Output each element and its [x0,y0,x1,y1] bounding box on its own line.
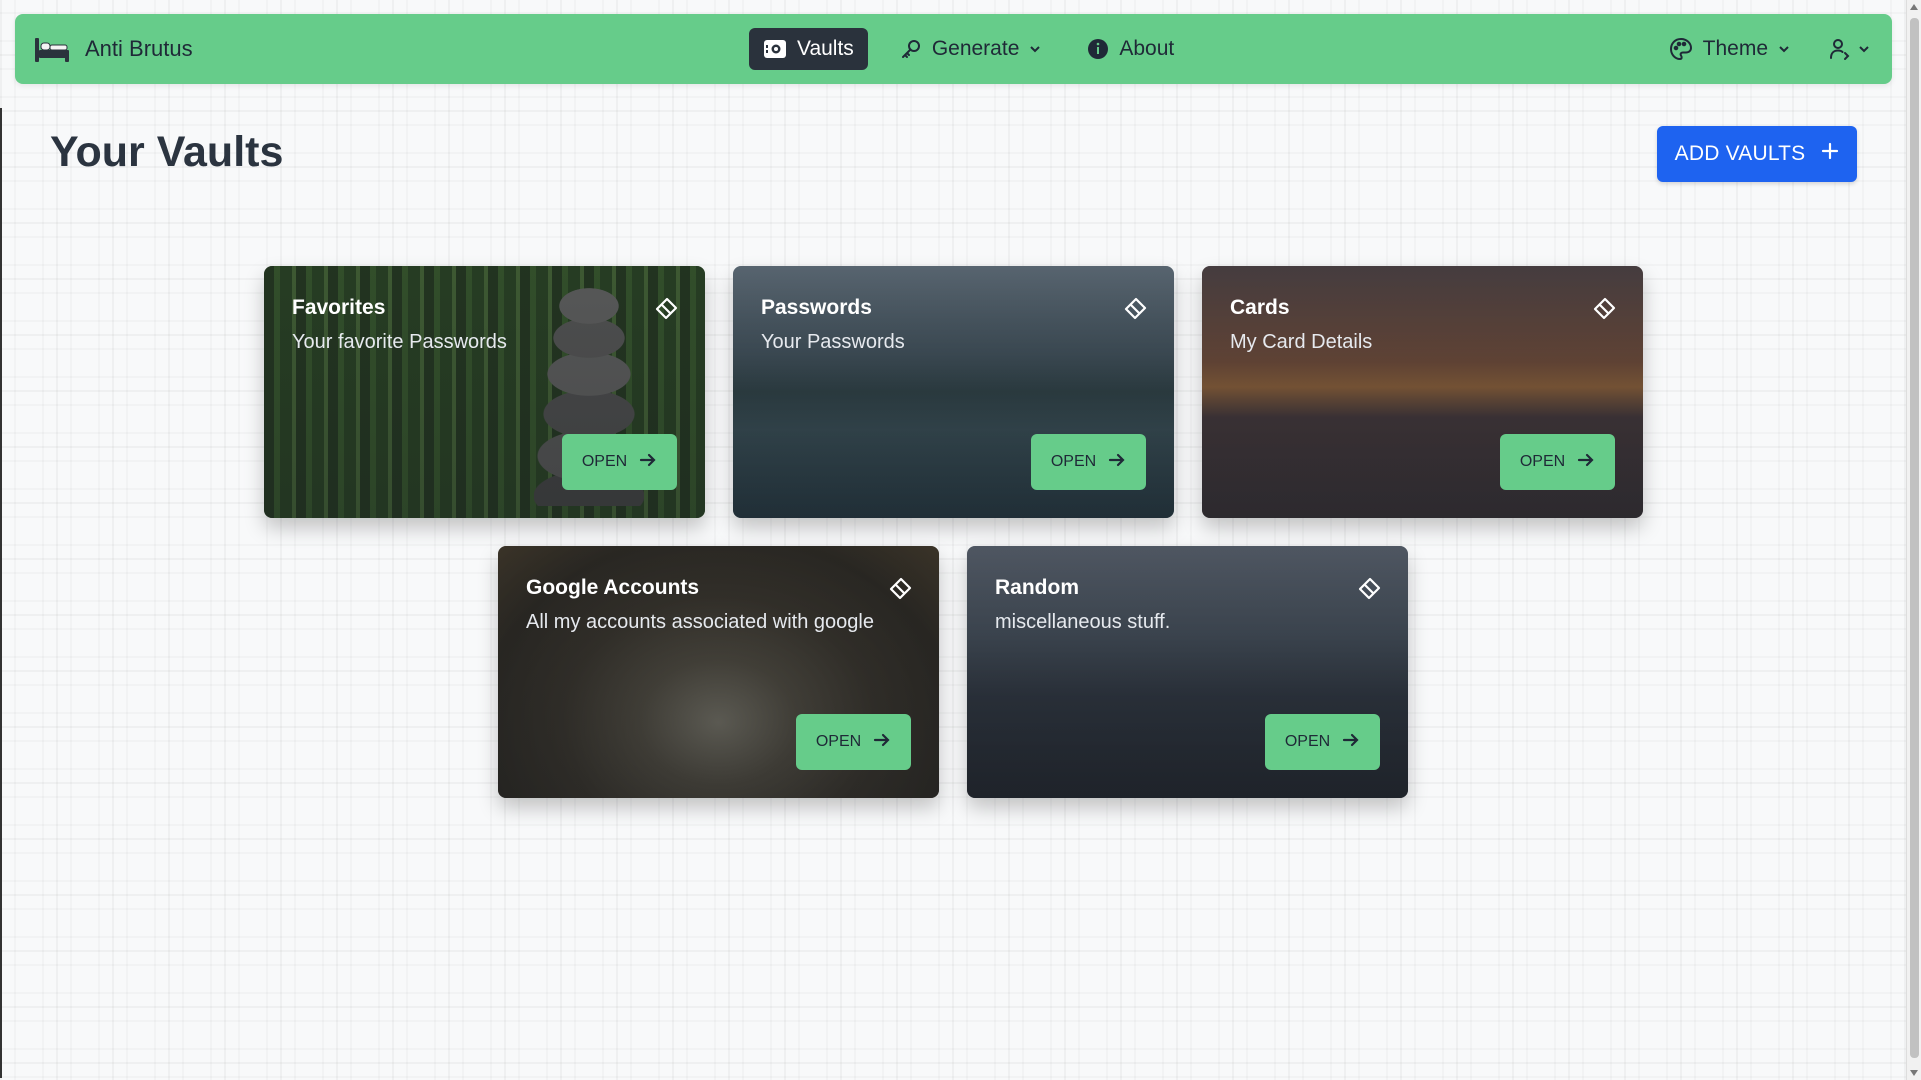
user-menu[interactable] [1824,28,1874,70]
window-left-edge [0,108,2,1078]
open-label: OPEN [1519,453,1566,470]
plus-icon [1821,142,1839,166]
eraser-icon[interactable] [887,576,913,602]
scrollbar-thumb[interactable] [1910,18,1919,1058]
brand[interactable]: Anti Brutus [33,14,193,84]
vault-title: Cards [1230,296,1290,319]
arrow-right-icon [1108,452,1126,473]
main-nav: Vaults Generate About [749,28,1188,70]
page-title: Your Vaults [50,128,284,176]
brand-name: Anti Brutus [85,36,193,61]
top-navbar: Anti Brutus Vaults Generate About Theme [15,14,1892,84]
theme-label: Theme [1702,37,1768,60]
chevron-down-icon [1029,43,1041,55]
scroll-down-arrow-icon[interactable] [1910,1070,1918,1076]
open-label: OPEN [581,453,628,470]
open-vault-button[interactable]: OPEN [562,434,677,490]
palette-icon [1669,37,1693,61]
vault-card-google-accounts: Google Accounts All my accounts associat… [498,546,939,798]
open-vault-button[interactable]: OPEN [796,714,911,770]
open-vault-button[interactable]: OPEN [1500,434,1615,490]
scroll-up-arrow-icon[interactable] [1910,4,1918,10]
nav-vaults-label: Vaults [797,37,854,60]
open-label: OPEN [1284,733,1331,750]
vault-description: miscellaneous stuff. [995,611,1171,633]
vault-card-passwords: Passwords Your Passwords OPEN [733,266,1174,518]
chevron-down-icon [1858,43,1870,55]
add-vaults-button[interactable]: ADD VAULTS [1657,126,1857,182]
open-label: OPEN [1050,453,1097,470]
arrow-right-icon [1342,732,1360,753]
nav-right: Theme [1655,28,1874,70]
nav-about[interactable]: About [1073,28,1188,70]
vault-title: Google Accounts [526,576,700,599]
eraser-icon[interactable] [1591,296,1617,322]
vault-description: All my accounts associated with google [526,611,874,633]
vault-title: Passwords [761,296,872,319]
eraser-icon[interactable] [1356,576,1382,602]
nav-about-label: About [1119,37,1175,60]
info-icon [1087,38,1109,60]
nav-generate[interactable]: Generate [886,28,1056,70]
vault-title: Random [995,576,1079,599]
eraser-icon[interactable] [1122,296,1148,322]
open-vault-button[interactable]: OPEN [1265,714,1380,770]
nav-generate-label: Generate [931,37,1020,60]
vault-card-favorites: Favorites Your favorite Passwords OPEN [264,266,705,518]
arrow-right-icon [1577,452,1595,473]
key-icon [900,38,922,60]
open-label: OPEN [815,733,862,750]
vault-card-cards: Cards My Card Details OPEN [1202,266,1643,518]
eraser-icon[interactable] [653,296,679,322]
vault-card-random: Random miscellaneous stuff. OPEN [967,546,1408,798]
vault-icon [763,38,787,60]
chevron-down-icon [1778,43,1790,55]
open-vault-button[interactable]: OPEN [1031,434,1146,490]
user-icon [1828,37,1852,61]
vault-description: Your Passwords [761,331,905,353]
nav-vaults[interactable]: Vaults [749,28,868,70]
bed-icon [33,34,71,64]
vault-description: Your favorite Passwords [292,331,507,353]
vault-description: My Card Details [1230,331,1373,353]
vault-title: Favorites [292,296,386,319]
theme-dropdown[interactable]: Theme [1655,28,1804,70]
arrow-right-icon [639,452,657,473]
arrow-right-icon [873,732,891,753]
vertical-scrollbar[interactable] [1906,0,1921,1080]
add-vaults-label: ADD VAULTS [1674,142,1806,165]
